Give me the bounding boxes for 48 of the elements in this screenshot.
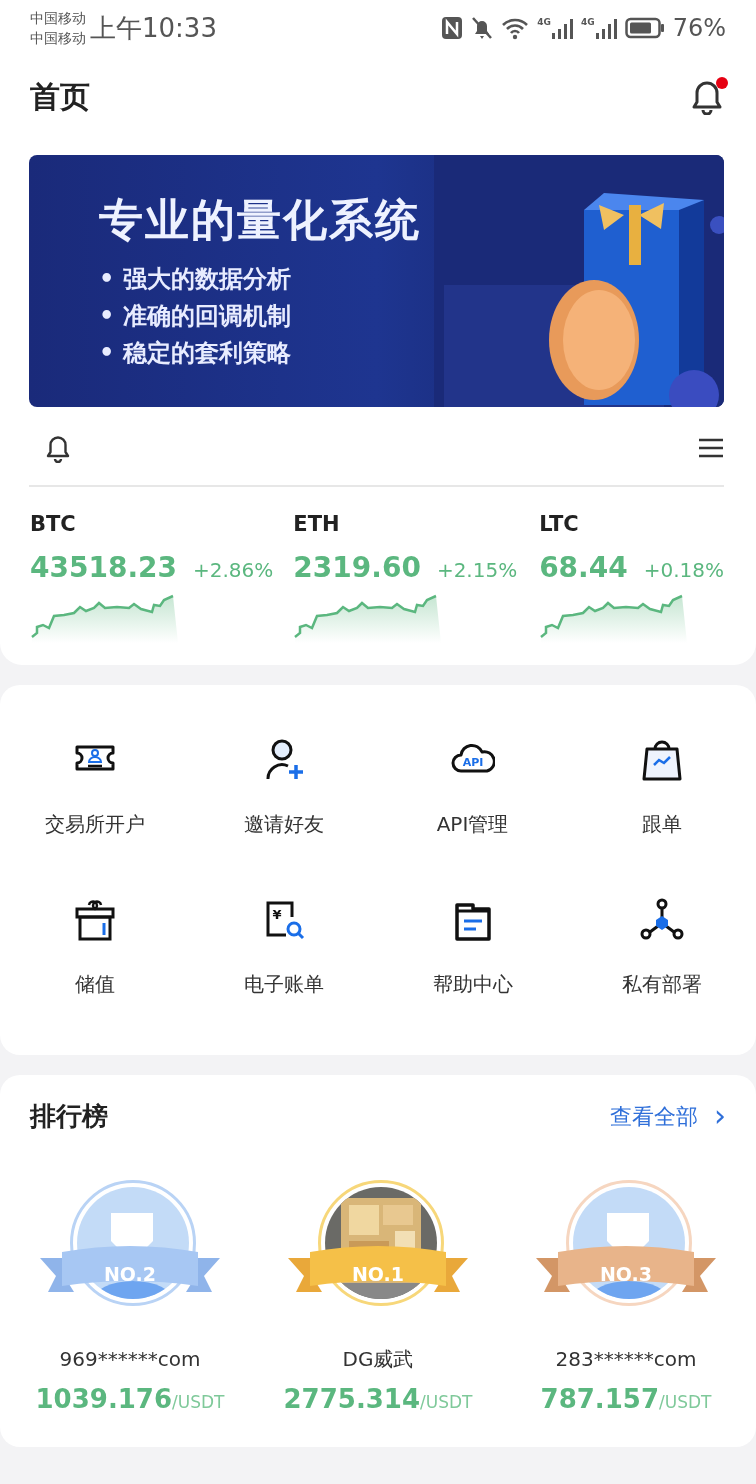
battery-percent: 76% xyxy=(672,13,726,44)
network-type: 4G xyxy=(537,16,551,29)
rank-label: NO.1 xyxy=(351,1261,405,1287)
earnings-amount: 1039.176/USDT xyxy=(35,1382,225,1416)
signal-icon xyxy=(551,16,573,40)
carrier-name: 中国移动 xyxy=(30,8,86,28)
banner-bullet: • 准确的回调机制 xyxy=(99,301,292,333)
shortcut-item[interactable]: 私有部署 xyxy=(567,872,756,1033)
nfc-icon xyxy=(441,16,464,40)
shortcut-item[interactable]: 邀请好友 xyxy=(189,712,378,873)
coin-symbol: ETH xyxy=(293,511,341,538)
earnings-amount: 787.157/USDT xyxy=(540,1382,712,1416)
shortcut-item[interactable]: 跟单 xyxy=(567,712,756,873)
shortcut-item[interactable]: API API管理 xyxy=(378,712,567,873)
battery-icon xyxy=(624,17,665,39)
coin-price: 2319.60 xyxy=(293,549,421,586)
clock-time: 上午10:33 xyxy=(90,11,217,45)
view-all-link[interactable]: 查看全部 › xyxy=(610,1099,726,1133)
shortcut-item[interactable]: 帮助中心 xyxy=(378,872,567,1033)
signal-icon xyxy=(594,16,617,40)
user-name: 969******com xyxy=(59,1345,201,1373)
price-change: +2.15% xyxy=(436,556,518,584)
coin-symbol: LTC xyxy=(539,511,580,538)
bell-icon[interactable] xyxy=(44,433,72,463)
banner-bullet: • 稳定的套利策略 xyxy=(99,338,292,370)
user-name: DG威武 xyxy=(342,1345,414,1373)
rank-label: NO.3 xyxy=(599,1261,653,1287)
muted-bell-icon xyxy=(471,16,494,40)
banner-headline: 专业的量化系统 xyxy=(99,193,421,247)
user-name: 283******com xyxy=(555,1345,697,1373)
shortcut-item[interactable]: ¥ 电子账单 xyxy=(189,872,378,1033)
shortcut-item[interactable]: 储值 xyxy=(0,872,189,1033)
network-type: 4G xyxy=(581,16,595,29)
wifi-icon xyxy=(501,16,530,40)
coin-price: 43518.23 xyxy=(30,549,177,586)
page-title: 首页 xyxy=(30,78,90,116)
price-change: +2.86% xyxy=(193,556,274,584)
earnings-amount: 2775.314/USDT xyxy=(283,1382,473,1416)
coin-price: 68.44 xyxy=(539,549,628,586)
carrier-name: 中国移动 xyxy=(30,29,86,48)
network-icon xyxy=(639,896,684,941)
coin-symbol: BTC xyxy=(30,511,77,538)
section-title: 排行榜 xyxy=(30,1099,108,1133)
shortcut-item[interactable]: 交易所开户 xyxy=(0,712,189,873)
menu-icon[interactable] xyxy=(698,437,724,459)
rank-label: NO.2 xyxy=(103,1261,157,1287)
banner-bullet: • 强大的数据分析 xyxy=(99,264,292,295)
price-change: +0.18% xyxy=(643,556,724,584)
